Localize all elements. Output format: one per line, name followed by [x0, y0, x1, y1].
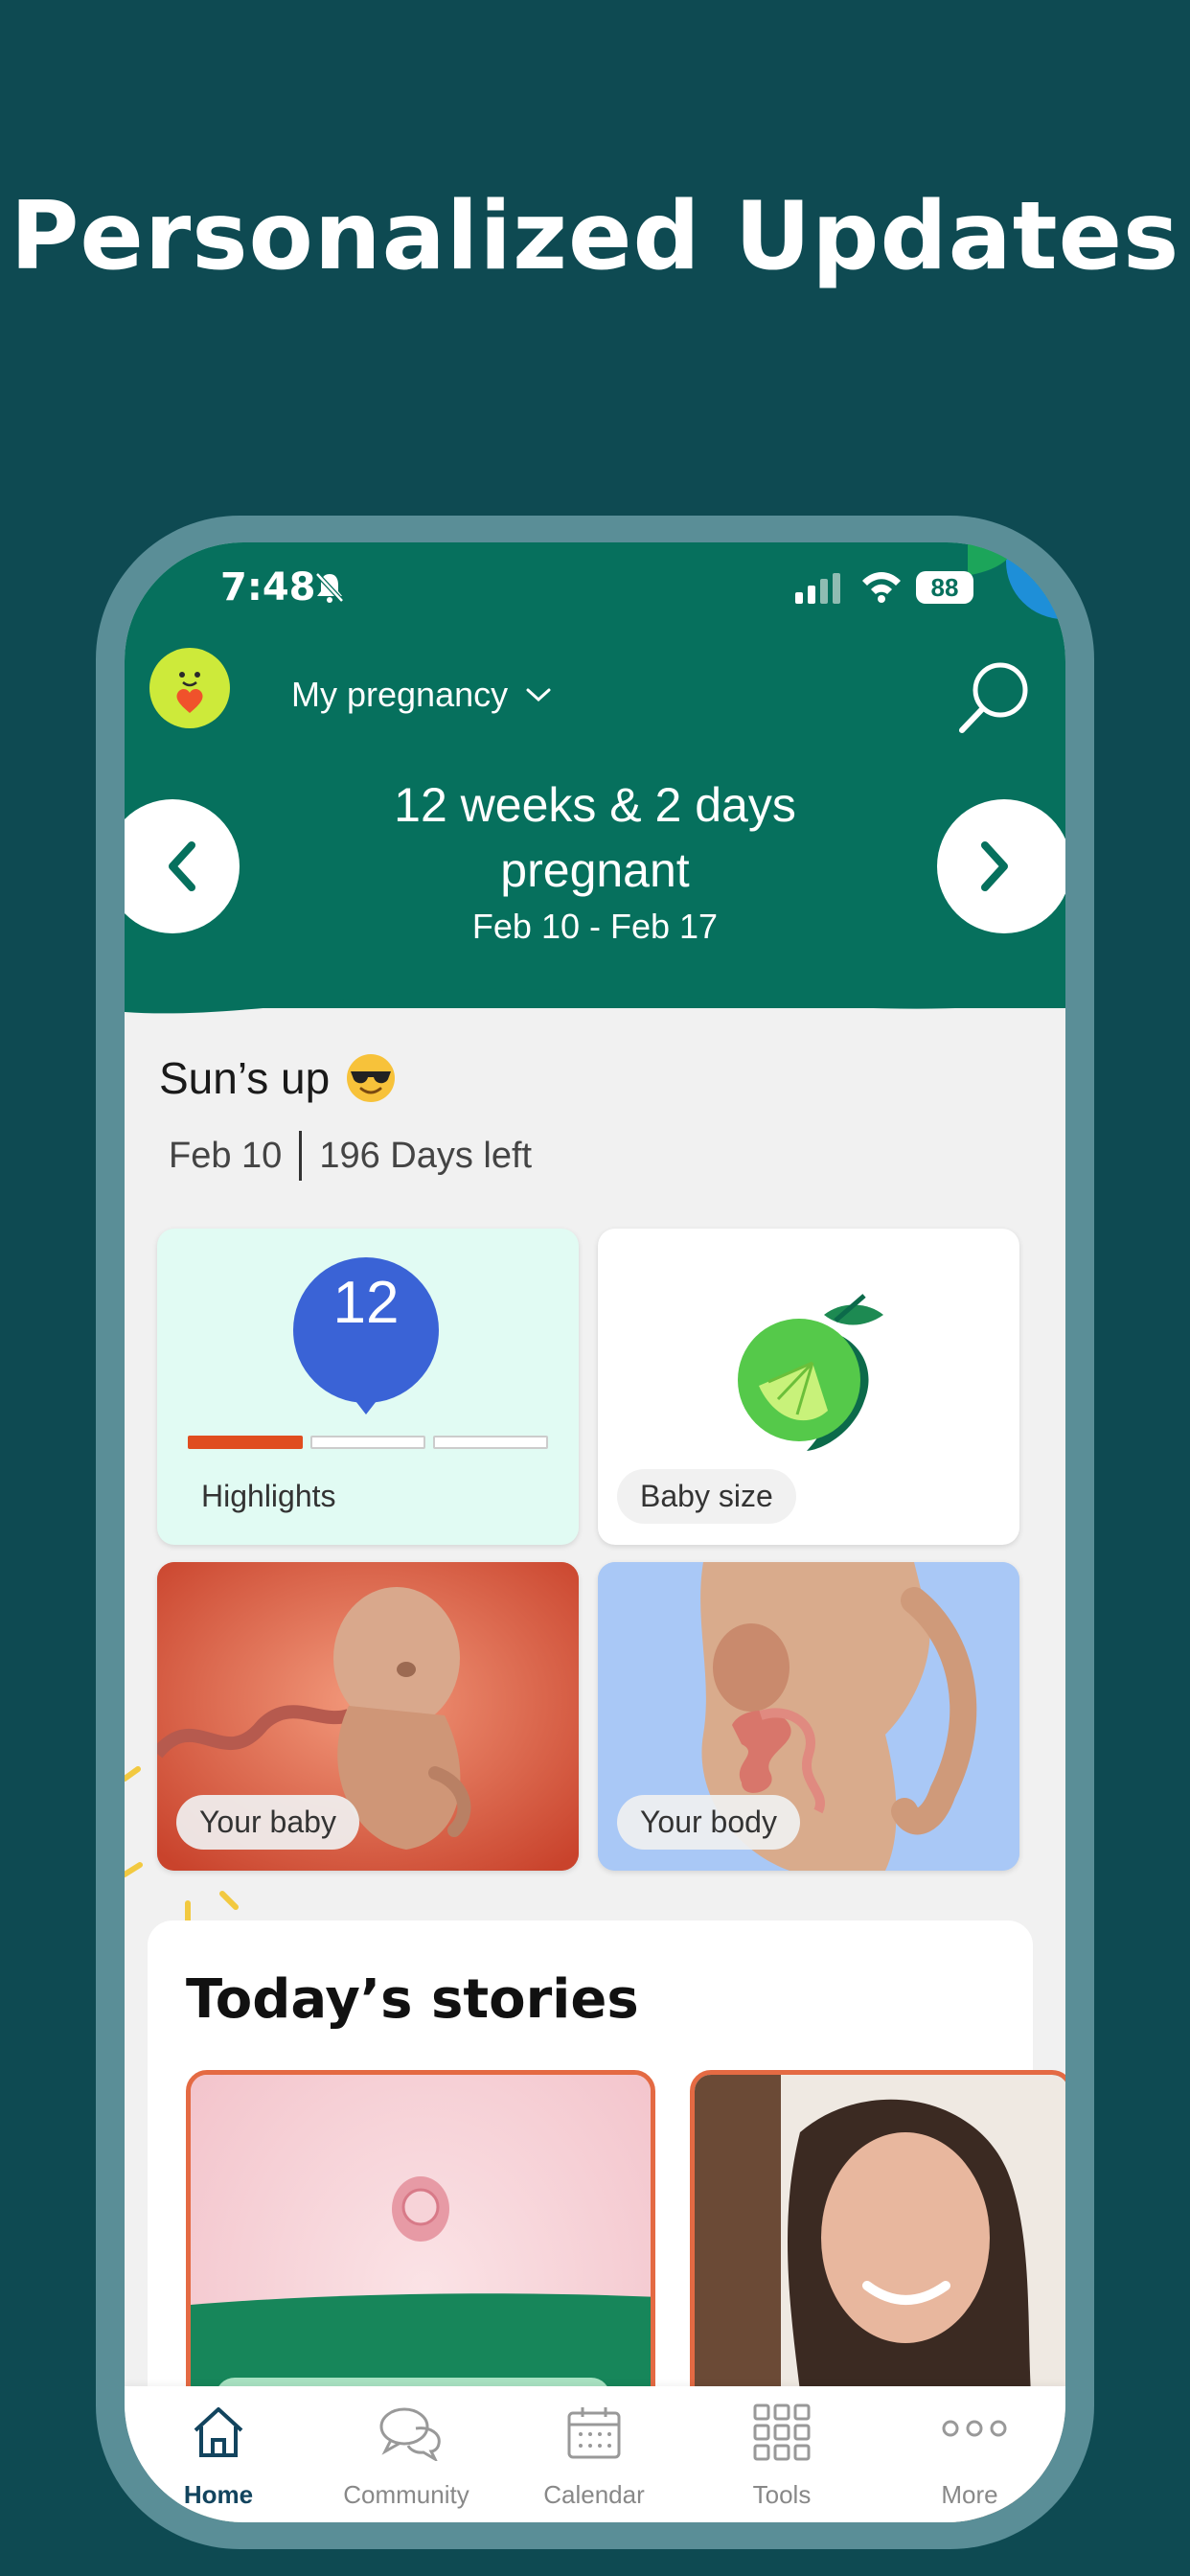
calendar-icon	[567, 2407, 621, 2459]
tab-calendar[interactable]: Calendar	[500, 2386, 688, 2522]
tab-label: Calendar	[543, 2480, 645, 2509]
tab-label: Tools	[752, 2480, 812, 2509]
tab-more[interactable]: More	[876, 2386, 1064, 2522]
wifi-icon	[862, 572, 901, 603]
pregnancy-week-title: 12 weeks & 2 days pregnant	[394, 778, 796, 897]
today-date: Feb 10	[169, 1135, 283, 1176]
progress-segment	[433, 1436, 548, 1449]
grid-icon	[753, 2404, 811, 2461]
days-left: 196 Days left	[319, 1135, 533, 1176]
date-row: Feb 10 196 Days left	[169, 1131, 532, 1181]
sparkle-decoration	[125, 1766, 239, 1925]
decorative-blob	[968, 542, 1065, 619]
highlights-card[interactable]: 12 Highlights	[157, 1229, 579, 1545]
tab-home[interactable]: Home	[125, 2386, 312, 2522]
app-screen: 7:48 88 My pregnancy 12 weeks & 2 days p…	[125, 542, 1065, 2522]
tab-community[interactable]: Community	[312, 2386, 500, 2522]
search-icon[interactable]	[956, 657, 1033, 738]
your-body-card[interactable]: Your body	[598, 1562, 1019, 1871]
chevron-down-icon	[526, 688, 551, 702]
pregnancy-selector-label: My pregnancy	[291, 675, 509, 714]
tab-label: More	[941, 2480, 998, 2509]
progress-segment	[310, 1436, 425, 1449]
greeting-text: Sun’s up	[159, 1053, 331, 1103]
progress-segment-filled	[188, 1436, 303, 1449]
bell-muted-icon	[315, 572, 344, 603]
tab-label: Home	[183, 2480, 254, 2509]
baby-face-icon	[176, 672, 203, 713]
your-body-label: Your body	[617, 1795, 800, 1850]
greeting: Sun’s up	[159, 1052, 397, 1104]
sunglasses-emoji-icon	[347, 1054, 396, 1102]
tab-label: Community	[343, 2480, 469, 2509]
baby-size-card[interactable]: Baby size	[598, 1229, 1019, 1545]
signal-icon	[795, 573, 840, 604]
baby-size-label: Baby size	[617, 1469, 796, 1524]
week-number: 12	[332, 1270, 400, 1336]
next-week-button[interactable]	[937, 799, 1065, 933]
home-icon	[194, 2407, 243, 2457]
chevron-left-icon	[169, 841, 195, 891]
tab-tools[interactable]: Tools	[688, 2386, 876, 2522]
date-divider	[299, 1131, 303, 1181]
lime-icon	[738, 1294, 883, 1451]
more-dots-icon	[942, 2420, 1007, 2437]
highlights-label: Highlights	[201, 1479, 336, 1513]
promo-headline: Personalized Updates	[10, 182, 1180, 291]
stories-title: Today’s stories	[186, 1968, 639, 2031]
status-time: 7:48	[220, 565, 316, 610]
avatar[interactable]	[149, 648, 230, 728]
chevron-right-icon	[981, 841, 1008, 891]
chat-bubbles-icon	[379, 2407, 441, 2461]
battery-indicator: 88	[916, 571, 973, 604]
header-wave	[125, 964, 1065, 1014]
week-date-range: Feb 10 - Feb 17	[471, 907, 719, 946]
pregnancy-selector[interactable]: My pregnancy	[291, 675, 552, 715]
bottom-tab-bar: Home Community Calendar Tools More	[125, 2386, 1065, 2522]
